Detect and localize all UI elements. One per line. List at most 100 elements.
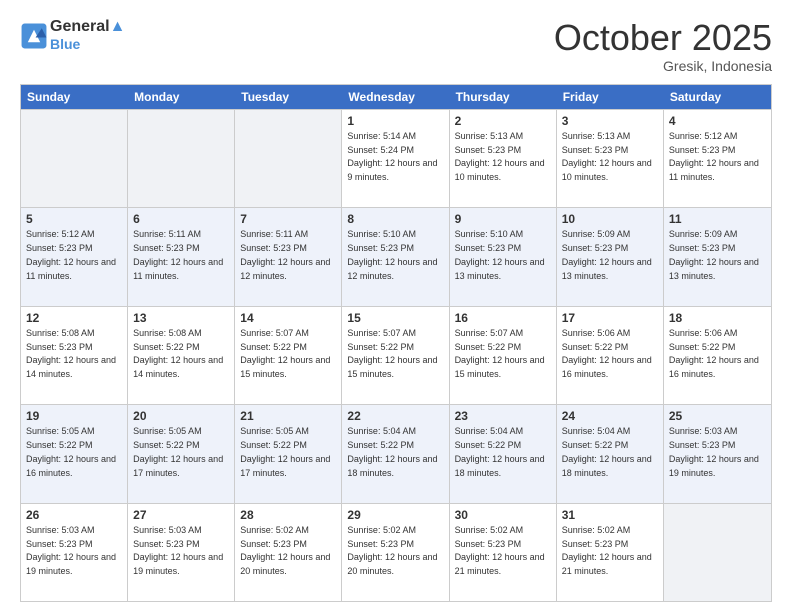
calendar-cell <box>128 110 235 207</box>
cell-info: Sunrise: 5:05 AMSunset: 5:22 PMDaylight:… <box>133 426 223 477</box>
cell-info: Sunrise: 5:05 AMSunset: 5:22 PMDaylight:… <box>26 426 116 477</box>
calendar-cell <box>21 110 128 207</box>
cell-info: Sunrise: 5:02 AMSunset: 5:23 PMDaylight:… <box>347 525 437 576</box>
cell-info: Sunrise: 5:05 AMSunset: 5:22 PMDaylight:… <box>240 426 330 477</box>
day-number: 12 <box>26 310 122 326</box>
logo-text: General▲ Blue <box>50 18 125 55</box>
cell-info: Sunrise: 5:11 AMSunset: 5:23 PMDaylight:… <box>240 229 330 280</box>
day-number: 13 <box>133 310 229 326</box>
calendar-cell: 5 Sunrise: 5:12 AMSunset: 5:23 PMDaylight… <box>21 208 128 305</box>
header-wednesday: Wednesday <box>342 85 449 109</box>
day-number: 8 <box>347 211 443 227</box>
cell-info: Sunrise: 5:08 AMSunset: 5:23 PMDaylight:… <box>26 328 116 379</box>
cell-info: Sunrise: 5:13 AMSunset: 5:23 PMDaylight:… <box>562 131 652 182</box>
header-tuesday: Tuesday <box>235 85 342 109</box>
cell-info: Sunrise: 5:03 AMSunset: 5:23 PMDaylight:… <box>669 426 759 477</box>
calendar-cell: 10 Sunrise: 5:09 AMSunset: 5:23 PMDayligh… <box>557 208 664 305</box>
cell-info: Sunrise: 5:04 AMSunset: 5:22 PMDaylight:… <box>347 426 437 477</box>
header-sunday: Sunday <box>21 85 128 109</box>
header-thursday: Thursday <box>450 85 557 109</box>
calendar-cell: 29 Sunrise: 5:02 AMSunset: 5:23 PMDayligh… <box>342 504 449 601</box>
cell-info: Sunrise: 5:09 AMSunset: 5:23 PMDaylight:… <box>562 229 652 280</box>
day-number: 4 <box>669 113 766 129</box>
day-number: 19 <box>26 408 122 424</box>
header: General▲ Blue October 2025 Gresik, Indon… <box>20 18 772 74</box>
cell-info: Sunrise: 5:06 AMSunset: 5:22 PMDaylight:… <box>562 328 652 379</box>
calendar-cell: 30 Sunrise: 5:02 AMSunset: 5:23 PMDayligh… <box>450 504 557 601</box>
header-saturday: Saturday <box>664 85 771 109</box>
calendar-cell: 2 Sunrise: 5:13 AMSunset: 5:23 PMDaylight… <box>450 110 557 207</box>
calendar-cell: 28Sunrise: 5:02 AMSunset: 5:23 PMDayligh… <box>235 504 342 601</box>
calendar-cell: 31 Sunrise: 5:02 AMSunset: 5:23 PMDayligh… <box>557 504 664 601</box>
calendar-cell: 14 Sunrise: 5:07 AMSunset: 5:22 PMDayligh… <box>235 307 342 404</box>
day-number: 25 <box>669 408 766 424</box>
cell-info: Sunrise: 5:06 AMSunset: 5:22 PMDaylight:… <box>669 328 759 379</box>
calendar-cell: 4 Sunrise: 5:12 AMSunset: 5:23 PMDaylight… <box>664 110 771 207</box>
day-number: 22 <box>347 408 443 424</box>
logo-icon <box>20 22 48 50</box>
day-number: 20 <box>133 408 229 424</box>
cell-info: Sunrise: 5:13 AMSunset: 5:23 PMDaylight:… <box>455 131 545 182</box>
calendar-cell <box>235 110 342 207</box>
calendar-cell: 15 Sunrise: 5:07 AMSunset: 5:22 PMDayligh… <box>342 307 449 404</box>
calendar-cell: 1Sunrise: 5:14 AMSunset: 5:24 PMDaylight… <box>342 110 449 207</box>
day-number: 26 <box>26 507 122 523</box>
day-number: 31 <box>562 507 658 523</box>
day-number: 15 <box>347 310 443 326</box>
calendar-cell: 27Sunrise: 5:03 AMSunset: 5:23 PMDayligh… <box>128 504 235 601</box>
cell-info: Sunrise: 5:02 AMSunset: 5:23 PMDaylight:… <box>240 525 330 576</box>
calendar-cell: 16 Sunrise: 5:07 AMSunset: 5:22 PMDayligh… <box>450 307 557 404</box>
calendar-cell: 11 Sunrise: 5:09 AMSunset: 5:23 PMDayligh… <box>664 208 771 305</box>
cell-info: Sunrise: 5:03 AMSunset: 5:23 PMDaylight:… <box>133 525 223 576</box>
page: General▲ Blue October 2025 Gresik, Indon… <box>0 0 792 612</box>
cell-info: Sunrise: 5:02 AMSunset: 5:23 PMDaylight:… <box>562 525 652 576</box>
day-number: 21 <box>240 408 336 424</box>
cell-info: Sunrise: 5:03 AMSunset: 5:23 PMDaylight:… <box>26 525 116 576</box>
cell-info: Sunrise: 5:04 AMSunset: 5:22 PMDaylight:… <box>455 426 545 477</box>
header-monday: Monday <box>128 85 235 109</box>
cell-info: Sunrise: 5:07 AMSunset: 5:22 PMDaylight:… <box>347 328 437 379</box>
cell-info: Sunrise: 5:04 AMSunset: 5:22 PMDaylight:… <box>562 426 652 477</box>
cell-info: Sunrise: 5:14 AMSunset: 5:24 PMDaylight:… <box>347 131 437 182</box>
cell-info: Sunrise: 5:10 AMSunset: 5:23 PMDaylight:… <box>455 229 545 280</box>
logo: General▲ Blue <box>20 18 125 55</box>
calendar-header: Sunday Monday Tuesday Wednesday Thursday… <box>21 85 771 109</box>
day-number: 3 <box>562 113 658 129</box>
day-number: 18 <box>669 310 766 326</box>
calendar-cell: 26 Sunrise: 5:03 AMSunset: 5:23 PMDayligh… <box>21 504 128 601</box>
day-number: 11 <box>669 211 766 227</box>
cell-info: Sunrise: 5:10 AMSunset: 5:23 PMDaylight:… <box>347 229 437 280</box>
day-number: 2 <box>455 113 551 129</box>
day-number: 17 <box>562 310 658 326</box>
calendar-row-1: 5 Sunrise: 5:12 AMSunset: 5:23 PMDaylight… <box>21 207 771 305</box>
calendar-row-3: 19 Sunrise: 5:05 AMSunset: 5:22 PMDayligh… <box>21 404 771 502</box>
calendar-cell: 3 Sunrise: 5:13 AMSunset: 5:23 PMDaylight… <box>557 110 664 207</box>
cell-info: Sunrise: 5:12 AMSunset: 5:23 PMDaylight:… <box>26 229 116 280</box>
cell-info: Sunrise: 5:07 AMSunset: 5:22 PMDaylight:… <box>240 328 330 379</box>
location: Gresik, Indonesia <box>554 58 772 74</box>
cell-info: Sunrise: 5:09 AMSunset: 5:23 PMDaylight:… <box>669 229 759 280</box>
calendar-cell: 19 Sunrise: 5:05 AMSunset: 5:22 PMDayligh… <box>21 405 128 502</box>
calendar-cell: 21 Sunrise: 5:05 AMSunset: 5:22 PMDayligh… <box>235 405 342 502</box>
calendar-row-4: 26 Sunrise: 5:03 AMSunset: 5:23 PMDayligh… <box>21 503 771 601</box>
calendar-cell: 17 Sunrise: 5:06 AMSunset: 5:22 PMDayligh… <box>557 307 664 404</box>
cell-info: Sunrise: 5:02 AMSunset: 5:23 PMDaylight:… <box>455 525 545 576</box>
day-number: 16 <box>455 310 551 326</box>
header-friday: Friday <box>557 85 664 109</box>
day-number: 10 <box>562 211 658 227</box>
calendar-cell: 20 Sunrise: 5:05 AMSunset: 5:22 PMDayligh… <box>128 405 235 502</box>
day-number: 29 <box>347 507 443 523</box>
calendar-row-0: 1Sunrise: 5:14 AMSunset: 5:24 PMDaylight… <box>21 109 771 207</box>
calendar-cell: 25 Sunrise: 5:03 AMSunset: 5:23 PMDayligh… <box>664 405 771 502</box>
calendar-cell: 23Sunrise: 5:04 AMSunset: 5:22 PMDayligh… <box>450 405 557 502</box>
day-number: 6 <box>133 211 229 227</box>
calendar-cell: 24Sunrise: 5:04 AMSunset: 5:22 PMDayligh… <box>557 405 664 502</box>
calendar-cell: 22 Sunrise: 5:04 AMSunset: 5:22 PMDayligh… <box>342 405 449 502</box>
cell-info: Sunrise: 5:07 AMSunset: 5:22 PMDaylight:… <box>455 328 545 379</box>
calendar-cell <box>664 504 771 601</box>
day-number: 30 <box>455 507 551 523</box>
day-number: 5 <box>26 211 122 227</box>
calendar-row-2: 12 Sunrise: 5:08 AMSunset: 5:23 PMDayligh… <box>21 306 771 404</box>
cell-info: Sunrise: 5:12 AMSunset: 5:23 PMDaylight:… <box>669 131 759 182</box>
day-number: 14 <box>240 310 336 326</box>
